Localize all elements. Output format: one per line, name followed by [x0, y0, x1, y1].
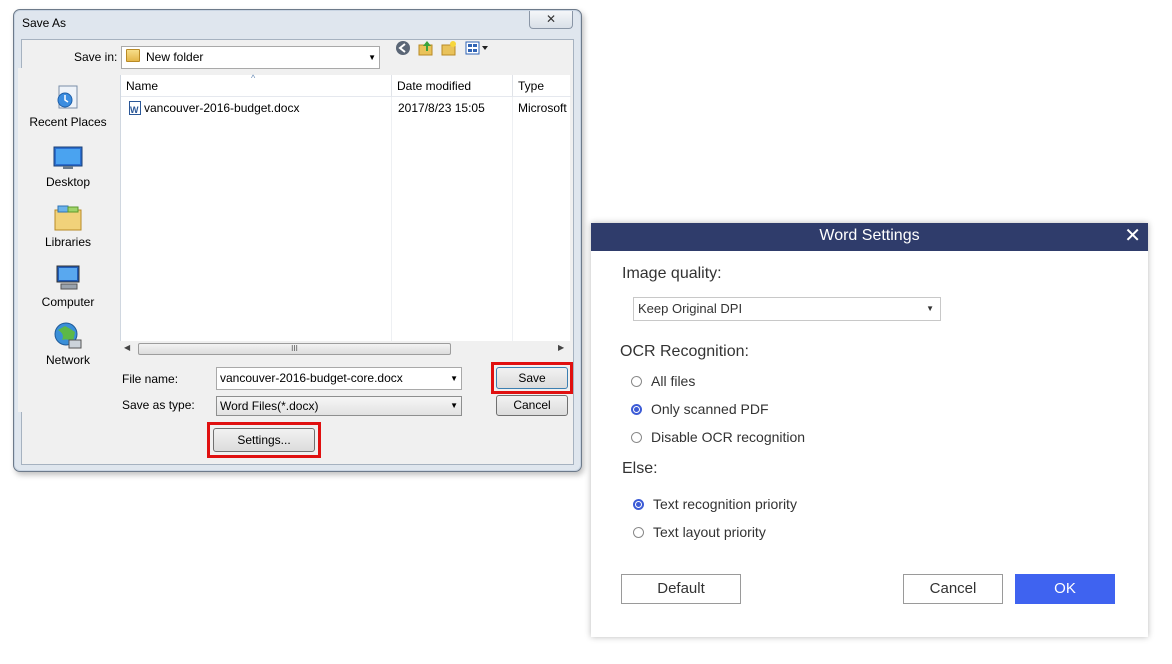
else-option-text-layout-priority[interactable]: Text layout priority — [633, 524, 766, 540]
desktop-icon — [53, 144, 83, 172]
horizontal-scrollbar[interactable]: ◀ III ▶ — [120, 341, 570, 358]
radio-button[interactable] — [633, 527, 644, 538]
save-as-title: Save As — [22, 16, 67, 30]
views-menu-icon[interactable] — [465, 40, 491, 56]
place-libraries[interactable]: Libraries — [18, 204, 118, 249]
file-name-value: vancouver-2016-budget-core.docx — [220, 371, 403, 385]
word-document-icon — [129, 101, 141, 119]
chevron-down-icon[interactable]: ▼ — [450, 368, 458, 389]
settings-button[interactable]: Settings... — [213, 428, 315, 452]
save-in-label: Save in: — [74, 50, 118, 64]
column-divider — [512, 97, 513, 341]
radio-label: All files — [651, 373, 696, 389]
place-label: Libraries — [44, 235, 92, 249]
ocr-option-all-files[interactable]: All files — [631, 373, 695, 389]
word-settings-title: Word Settings — [819, 227, 920, 244]
save-as-close-button[interactable]: ✕ — [529, 11, 573, 29]
recent-places-icon — [53, 84, 83, 112]
cancel-button[interactable]: Cancel — [903, 574, 1003, 604]
column-header-name[interactable]: Name ^ — [121, 73, 392, 97]
else-option-text-recognition-priority[interactable]: Text recognition priority — [633, 496, 797, 512]
sort-ascending-icon: ^ — [251, 73, 256, 83]
scroll-right-icon[interactable]: ▶ — [558, 343, 564, 352]
column-header-label: Type — [518, 79, 545, 93]
radio-label: Disable OCR recognition — [651, 429, 806, 445]
file-name: vancouver-2016-budget.docx — [144, 101, 300, 115]
computer-icon — [53, 264, 83, 292]
column-divider — [391, 97, 392, 341]
column-header-label: Name — [126, 79, 159, 93]
folder-icon — [126, 49, 140, 62]
image-quality-label: Image quality: — [622, 265, 722, 282]
place-label: Computer — [41, 295, 95, 309]
scrollbar-grip: III — [291, 344, 298, 353]
scrollbar-thumb[interactable]: III — [138, 343, 451, 355]
save-as-type-label: Save as type: — [122, 398, 195, 412]
radio-button[interactable] — [631, 376, 642, 387]
ocr-option-only-scanned-pdf[interactable]: Only scanned PDF — [631, 401, 769, 417]
file-row-date: 2017/8/23 15:05 — [398, 101, 485, 115]
word-settings-header: Word Settings ✕ — [591, 223, 1148, 251]
chevron-down-icon: ▼ — [368, 53, 376, 62]
save-button[interactable]: Save — [496, 367, 568, 389]
place-desktop[interactable]: Desktop — [18, 144, 118, 189]
file-name-input[interactable]: vancouver-2016-budget-core.docx ▼ — [216, 367, 462, 390]
places-bar: Recent Places Desktop Libraries Computer… — [18, 68, 118, 412]
radio-label: Only scanned PDF — [651, 401, 769, 417]
network-icon — [53, 322, 83, 350]
place-label: Desktop — [45, 175, 91, 189]
radio-label: Text layout priority — [653, 524, 766, 540]
libraries-icon — [53, 204, 83, 232]
file-name-label: File name: — [122, 372, 179, 386]
close-icon: ✕ — [545, 12, 557, 26]
else-label: Else: — [622, 460, 658, 477]
chevron-down-icon: ▼ — [450, 401, 458, 410]
up-folder-icon[interactable] — [418, 40, 434, 56]
save-as-type-value: Word Files(*.docx) — [220, 399, 319, 413]
radio-button[interactable] — [631, 432, 642, 443]
image-quality-value: Keep Original DPI — [638, 301, 743, 316]
place-recent-places[interactable]: Recent Places — [18, 84, 118, 129]
radio-label: Text recognition priority — [653, 496, 797, 512]
place-network[interactable]: Network — [18, 322, 118, 367]
place-label: Recent Places — [29, 115, 107, 129]
column-header-type[interactable]: Type — [513, 75, 571, 97]
save-as-type-dropdown[interactable]: Word Files(*.docx) ▼ — [216, 396, 462, 416]
close-icon[interactable]: ✕ — [1124, 225, 1141, 247]
radio-button-selected[interactable] — [633, 499, 644, 510]
place-computer[interactable]: Computer — [18, 264, 118, 309]
scroll-left-icon[interactable]: ◀ — [124, 343, 130, 352]
file-row-type: Microsoft — [518, 101, 567, 115]
save-in-value: New folder — [146, 50, 204, 64]
word-settings-dialog: Word Settings ✕ Image quality: Keep Orig… — [591, 223, 1148, 637]
column-header-label: Date modified — [397, 79, 472, 93]
ocr-recognition-label: OCR Recognition: — [620, 343, 749, 360]
file-list[interactable]: Name ^ Date modified Type vancouver-2016… — [120, 73, 571, 341]
new-folder-icon[interactable] — [441, 40, 457, 56]
image-quality-dropdown[interactable]: Keep Original DPI ▼ — [633, 297, 941, 321]
chevron-down-icon: ▼ — [926, 304, 934, 313]
column-header-date-modified[interactable]: Date modified — [392, 75, 513, 97]
radio-button-selected[interactable] — [631, 404, 642, 415]
ocr-option-disable[interactable]: Disable OCR recognition — [631, 429, 805, 445]
file-row-name[interactable]: vancouver-2016-budget.docx — [129, 99, 300, 119]
ok-button[interactable]: OK — [1015, 574, 1115, 604]
back-icon[interactable] — [395, 40, 411, 56]
place-label: Network — [45, 353, 90, 367]
save-in-dropdown[interactable]: New folder ▼ — [121, 46, 380, 69]
cancel-button[interactable]: Cancel — [496, 395, 568, 416]
default-button[interactable]: Default — [621, 574, 741, 604]
